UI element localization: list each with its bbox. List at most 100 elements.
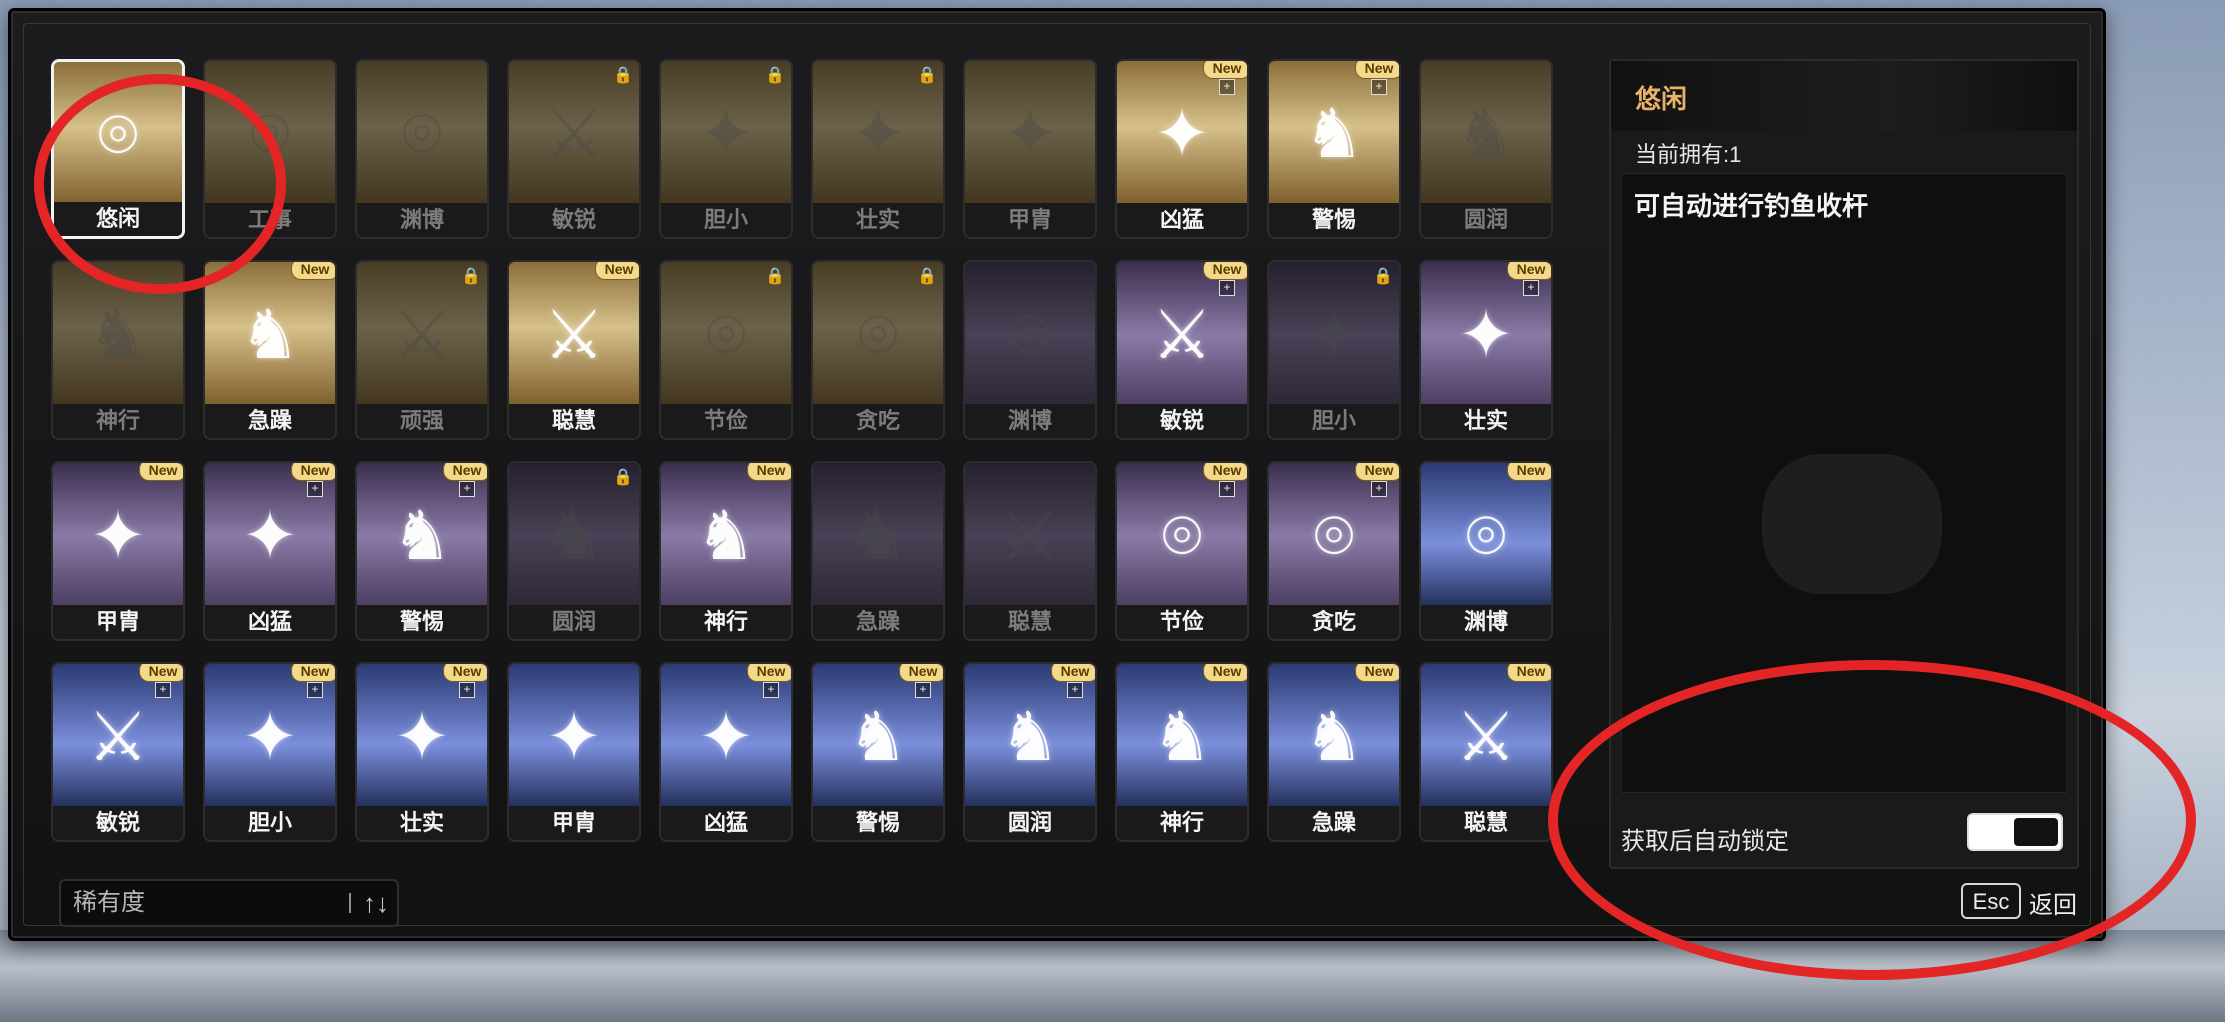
card-label: 悠闲: [54, 202, 182, 236]
plus-icon: +: [1219, 481, 1235, 497]
trait-card[interactable]: ♞ New 神行: [659, 461, 793, 641]
card-label: 敏锐: [1117, 404, 1247, 438]
horse-icon: ♞: [239, 296, 301, 375]
new-badge: New: [443, 664, 487, 682]
horse-icon: ♞: [695, 497, 757, 576]
new-badge: New: [1203, 463, 1247, 481]
card-label: 工事: [205, 203, 335, 237]
trait-card[interactable]: ⌾工事: [203, 59, 337, 239]
trait-card[interactable]: ♞🔒圆润: [507, 461, 641, 641]
auto-lock-toggle[interactable]: [1967, 813, 2063, 851]
trait-card[interactable]: ⌾ New 渊博: [1419, 461, 1553, 641]
horse-icon: ♞: [1151, 698, 1213, 777]
trait-card[interactable]: ✦ New 甲胄: [51, 461, 185, 641]
star-icon: ✦: [1153, 95, 1211, 174]
plus-icon: +: [1067, 682, 1083, 698]
trait-card[interactable]: ♞ New 神行: [1115, 662, 1249, 842]
trait-card[interactable]: ⚔ New 聪慧: [1419, 662, 1553, 842]
lock-icon: 🔒: [765, 268, 785, 285]
trait-card[interactable]: ♞ New + 圆润: [963, 662, 1097, 842]
trait-card[interactable]: ♞ New + 警惕: [811, 662, 945, 842]
plus-icon: +: [763, 682, 779, 698]
plus-icon: +: [155, 682, 171, 698]
plus-icon: +: [1371, 79, 1387, 95]
sword-icon: ⚔: [1455, 698, 1517, 777]
trait-card[interactable]: ✦ New + 壮实: [355, 662, 489, 842]
trait-card[interactable]: ⌾ 悠闲: [51, 59, 185, 239]
trait-card[interactable]: ✦甲胄: [507, 662, 641, 842]
plus-icon: +: [1523, 280, 1539, 296]
trait-card[interactable]: ✦🔒壮实: [811, 59, 945, 239]
trait-card[interactable]: ⌾ New + 节俭: [1115, 461, 1249, 641]
sort-order-icon[interactable]: ↑↓: [363, 883, 389, 923]
trait-card[interactable]: ⌾渊博: [355, 59, 489, 239]
trait-card[interactable]: ♞ New 急躁: [203, 260, 337, 440]
new-badge: New: [1507, 664, 1551, 682]
new-badge: New: [1355, 664, 1399, 682]
new-badge: New: [139, 664, 183, 682]
detail-title: 悠闲: [1635, 84, 1688, 114]
plus-icon: +: [307, 481, 323, 497]
trait-card[interactable]: ✦🔒胆小: [659, 59, 793, 239]
new-badge: New: [443, 463, 487, 481]
trait-card[interactable]: ♞ New 急躁: [1267, 662, 1401, 842]
trait-card[interactable]: ⚔ New + 敏锐: [51, 662, 185, 842]
trait-card[interactable]: ⚔🔒顽强: [355, 260, 489, 440]
trait-card[interactable]: ✦ New + 凶猛: [659, 662, 793, 842]
trait-card[interactable]: ⌾ New + 贪吃: [1267, 461, 1401, 641]
new-badge: New: [1203, 262, 1247, 280]
trait-card[interactable]: ✦ New + 壮实: [1419, 260, 1553, 440]
trait-card[interactable]: ⌾🔒节俭: [659, 260, 793, 440]
trait-card[interactable]: ⌾🔒贪吃: [811, 260, 945, 440]
lock-icon: 🔒: [1373, 268, 1393, 285]
card-label: 急躁: [1269, 806, 1399, 840]
card-label: 神行: [661, 605, 791, 639]
card-label: 急躁: [205, 404, 335, 438]
trait-card[interactable]: ♞圆润: [1419, 59, 1553, 239]
plus-icon: +: [915, 682, 931, 698]
trait-card[interactable]: ♞急躁: [811, 461, 945, 641]
card-label: 聪慧: [1421, 806, 1551, 840]
trait-card[interactable]: ✦ New + 凶猛: [203, 461, 337, 641]
card-label: 渊博: [965, 404, 1095, 438]
plus-icon: +: [459, 682, 475, 698]
star-icon: ✦: [393, 698, 451, 777]
card-label: 凶猛: [661, 806, 791, 840]
card-label: 胆小: [661, 203, 791, 237]
trait-card[interactable]: ⚔🔒敏锐: [507, 59, 641, 239]
new-badge: New: [595, 262, 639, 280]
new-badge: New: [747, 463, 791, 481]
sort-divider: [349, 893, 351, 913]
trait-card[interactable]: ✦甲胄: [963, 59, 1097, 239]
trait-card[interactable]: ⚔聪慧: [963, 461, 1097, 641]
compass-icon: ⌾: [1161, 497, 1203, 576]
card-label: 壮实: [813, 203, 943, 237]
new-badge: New: [291, 664, 335, 682]
back-button[interactable]: 返回: [2029, 885, 2077, 920]
card-label: 神行: [1117, 806, 1247, 840]
trait-card[interactable]: ⚔ New 聪慧: [507, 260, 641, 440]
sword-icon: ⚔: [1151, 296, 1213, 375]
trait-card[interactable]: ⌾渊博: [963, 260, 1097, 440]
compass-icon: ⌾: [1313, 497, 1355, 576]
new-badge: New: [1355, 61, 1399, 79]
card-label: 节俭: [661, 404, 791, 438]
trait-card[interactable]: ✦ New + 凶猛: [1115, 59, 1249, 239]
trait-card[interactable]: ♞神行: [51, 260, 185, 440]
sort-dropdown[interactable]: 稀有度 ↑↓: [59, 879, 399, 927]
card-label: 顽强: [357, 404, 487, 438]
detail-panel: 悠闲 当前拥有:1 可自动进行钓鱼收杆 获取后自动锁定: [1609, 59, 2079, 869]
trait-card[interactable]: ♞ New + 警惕: [355, 461, 489, 641]
trait-card[interactable]: ⚔ New + 敏锐: [1115, 260, 1249, 440]
description-text: 可自动进行钓鱼收杆: [1634, 191, 1869, 221]
plus-icon: +: [459, 481, 475, 497]
star-icon: ✦: [1457, 296, 1515, 375]
trait-card[interactable]: ♞ New + 警惕: [1267, 59, 1401, 239]
trait-card[interactable]: ✦🔒胆小: [1267, 260, 1401, 440]
esc-key-hint[interactable]: Esc: [1961, 883, 2021, 919]
card-label: 急躁: [813, 605, 943, 639]
new-badge: New: [747, 664, 791, 682]
trait-card[interactable]: ✦ New + 胆小: [203, 662, 337, 842]
card-label: 敏锐: [509, 203, 639, 237]
card-label: 渊博: [357, 203, 487, 237]
